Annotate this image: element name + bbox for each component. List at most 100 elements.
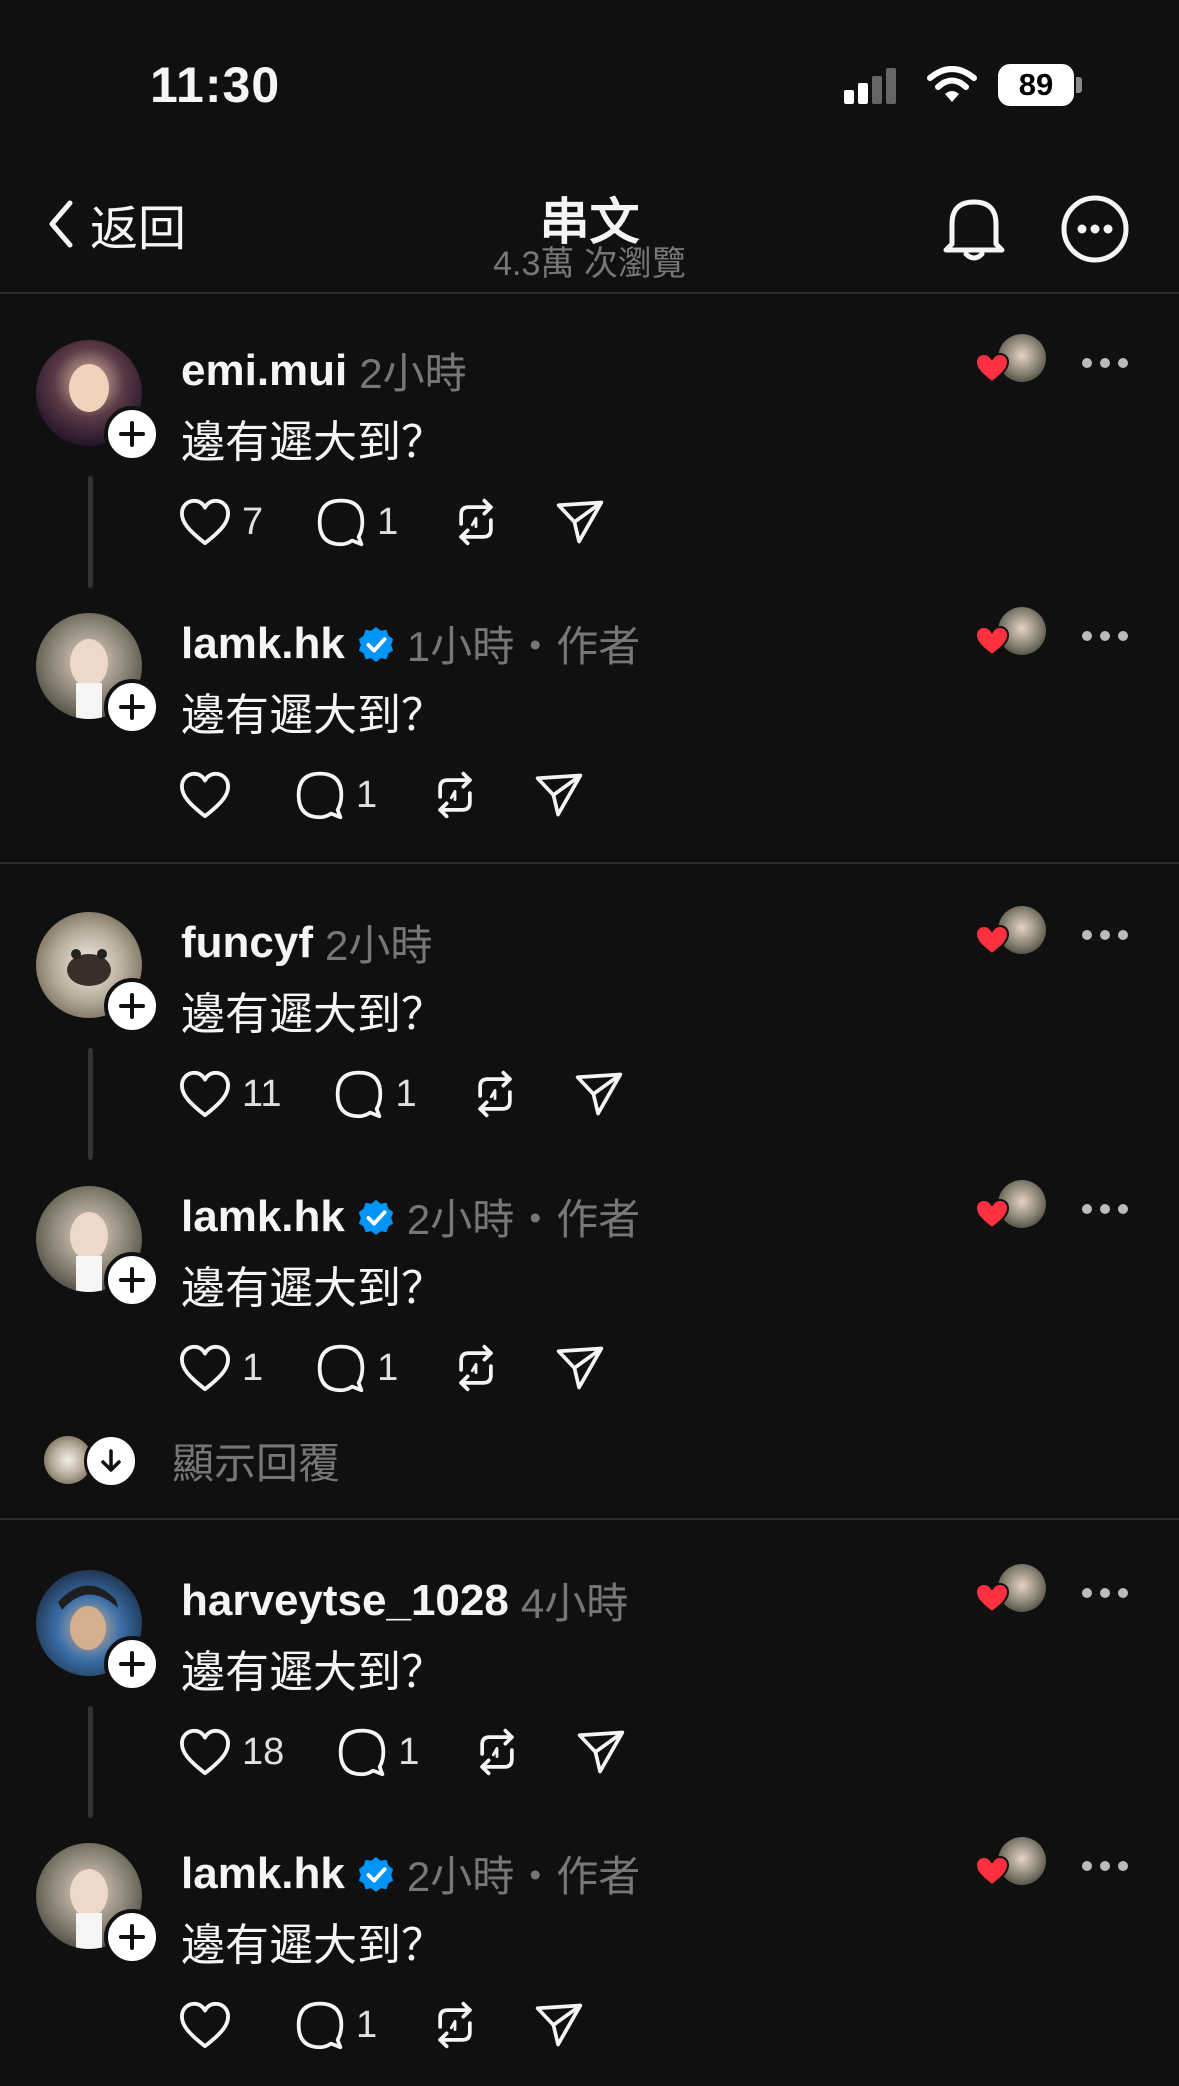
comment-icon xyxy=(336,1726,388,1778)
share-icon xyxy=(533,769,585,821)
repost-button[interactable] xyxy=(429,1999,481,2051)
comment-count: 1 xyxy=(377,500,399,543)
repost-icon xyxy=(429,769,481,821)
comment-icon xyxy=(294,1999,346,2051)
like-button[interactable]: 1 xyxy=(178,1343,263,1393)
thread-line xyxy=(88,476,93,588)
share-icon xyxy=(554,1342,606,1394)
verified-icon xyxy=(357,1198,395,1236)
more-icon[interactable] xyxy=(1080,1859,1130,1873)
comment-count: 1 xyxy=(356,773,378,816)
like-button[interactable] xyxy=(178,770,242,820)
more-icon[interactable] xyxy=(1080,629,1130,643)
username[interactable]: lamk.hk xyxy=(181,619,345,669)
share-button[interactable] xyxy=(554,1342,606,1394)
reply-meta: 4小時 xyxy=(520,1580,629,1627)
repost-button[interactable] xyxy=(450,496,502,548)
battery-level: 89 xyxy=(998,64,1074,106)
like-count: 18 xyxy=(242,1730,285,1773)
author-liked-indicator xyxy=(974,334,1046,390)
comment-button[interactable]: 1 xyxy=(315,496,398,548)
follow-button[interactable] xyxy=(104,406,160,462)
comment-button[interactable]: 1 xyxy=(315,1342,398,1394)
reply-text: 邊有遲大到？ xyxy=(181,990,445,1039)
header: 返回 串文 4.3萬 次瀏覽 xyxy=(0,170,1179,294)
comment-icon xyxy=(315,1342,367,1394)
arrow-down-icon xyxy=(84,1434,138,1488)
comment-button[interactable]: 1 xyxy=(294,769,377,821)
username[interactable]: lamk.hk xyxy=(181,1192,345,1242)
reply-text: 邊有遲大到？ xyxy=(181,691,445,740)
author-liked-indicator xyxy=(974,607,1046,663)
like-button[interactable]: 7 xyxy=(178,497,263,547)
reply-text: 邊有遲大到？ xyxy=(181,418,445,467)
separator xyxy=(0,862,1179,864)
username[interactable]: lamk.hk xyxy=(181,1849,345,1899)
username[interactable]: funcyf xyxy=(181,918,313,968)
heart-filled-icon xyxy=(974,1855,1010,1887)
thread-line xyxy=(88,1706,93,1818)
status-bar: 11:30 89 xyxy=(0,0,1179,170)
comment-button[interactable]: 1 xyxy=(294,1999,377,2051)
share-button[interactable] xyxy=(554,496,606,548)
author-liked-indicator xyxy=(974,1564,1046,1620)
heart-icon xyxy=(178,2000,232,2050)
show-replies-button[interactable]: 顯示回覆 xyxy=(44,1432,340,1488)
comment-count: 1 xyxy=(398,1730,420,1773)
follow-button[interactable] xyxy=(104,679,160,735)
like-button[interactable]: 11 xyxy=(178,1069,281,1119)
battery-icon: 89 xyxy=(998,64,1082,106)
comment-icon xyxy=(294,769,346,821)
like-count: 7 xyxy=(242,500,264,543)
author-liked-indicator xyxy=(974,1180,1046,1236)
share-icon xyxy=(573,1068,625,1120)
comment-button[interactable]: 1 xyxy=(336,1726,419,1778)
reply-meta: 2小時 xyxy=(325,922,433,969)
heart-filled-icon xyxy=(974,352,1010,384)
share-button[interactable] xyxy=(575,1726,627,1778)
verified-icon xyxy=(357,1855,395,1893)
repost-icon xyxy=(450,496,502,548)
repost-icon xyxy=(469,1068,521,1120)
comment-icon xyxy=(315,496,367,548)
username[interactable]: harveytse_1028 xyxy=(181,1576,509,1626)
more-icon[interactable] xyxy=(1080,928,1130,942)
repost-icon xyxy=(471,1726,523,1778)
follow-button[interactable] xyxy=(104,1636,160,1692)
thread-line xyxy=(88,1048,93,1160)
follow-button[interactable] xyxy=(104,1252,160,1308)
reply-meta: 2小時・作者 xyxy=(406,1196,641,1243)
repost-button[interactable] xyxy=(429,769,481,821)
like-count: 11 xyxy=(242,1072,282,1115)
author-liked-indicator xyxy=(974,1837,1046,1893)
repost-button[interactable] xyxy=(471,1726,523,1778)
comment-count: 1 xyxy=(377,1346,399,1389)
reply-meta: 1小時・作者 xyxy=(406,623,641,670)
heart-icon xyxy=(178,1727,232,1777)
reply-text: 邊有遲大到？ xyxy=(181,1264,445,1313)
like-button[interactable]: 18 xyxy=(178,1727,284,1777)
more-icon[interactable] xyxy=(1080,1586,1130,1600)
share-icon xyxy=(533,1999,585,2051)
repost-button[interactable] xyxy=(450,1342,502,1394)
share-button[interactable] xyxy=(573,1068,625,1120)
like-count: 1 xyxy=(242,1346,264,1389)
more-icon[interactable] xyxy=(1080,356,1130,370)
share-button[interactable] xyxy=(533,1999,585,2051)
share-icon xyxy=(575,1726,627,1778)
comment-icon xyxy=(333,1068,385,1120)
heart-icon xyxy=(178,497,232,547)
signal-icon xyxy=(844,68,896,104)
heart-icon xyxy=(178,1343,232,1393)
bell-icon[interactable] xyxy=(940,192,1008,264)
share-button[interactable] xyxy=(533,769,585,821)
like-button[interactable] xyxy=(178,2000,242,2050)
username[interactable]: emi.mui xyxy=(181,346,347,396)
more-icon[interactable] xyxy=(1080,1202,1130,1216)
repost-button[interactable] xyxy=(469,1068,521,1120)
reply-meta: 2小時 xyxy=(359,350,467,397)
comment-button[interactable]: 1 xyxy=(333,1068,417,1120)
follow-button[interactable] xyxy=(104,978,160,1034)
follow-button[interactable] xyxy=(104,1909,160,1965)
more-circle-icon[interactable] xyxy=(1060,194,1130,264)
